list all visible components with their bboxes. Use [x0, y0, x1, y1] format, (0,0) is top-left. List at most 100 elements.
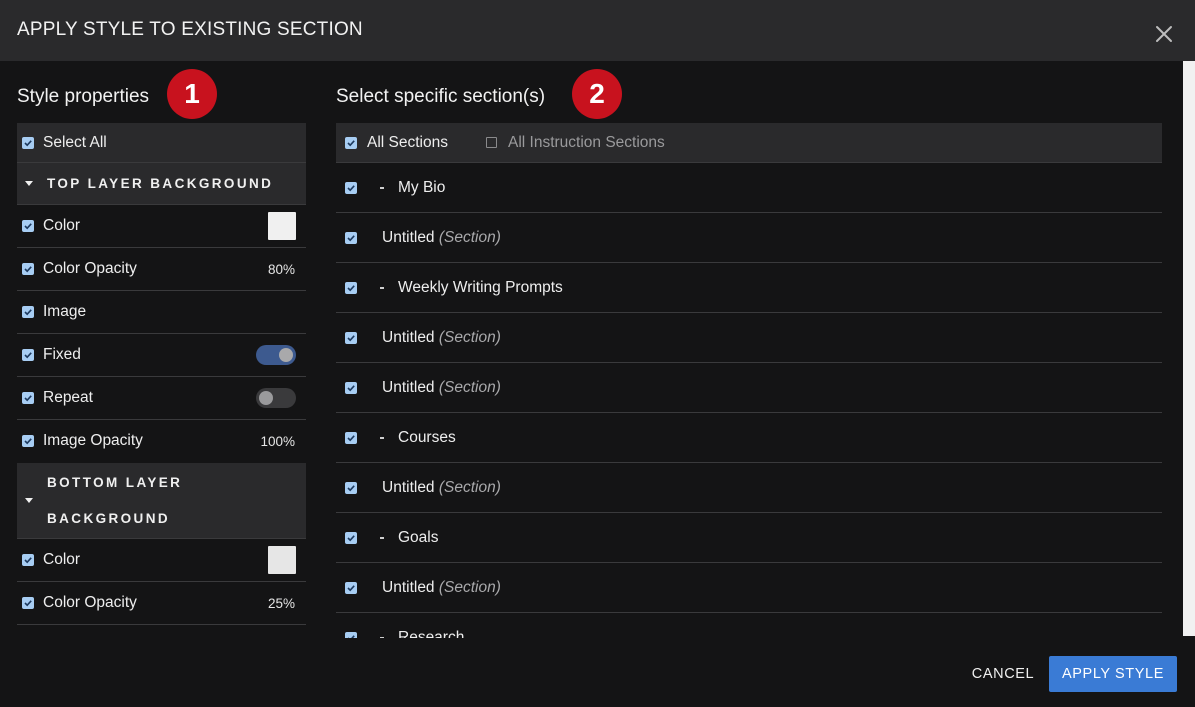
- caret-down-icon: [25, 498, 33, 503]
- section-name-text: Untitled: [382, 379, 435, 396]
- section-name-text: Untitled: [382, 579, 435, 596]
- close-button[interactable]: [1152, 22, 1176, 46]
- section-type-suffix: (Section): [438, 479, 501, 496]
- prop-value: 100%: [260, 434, 295, 449]
- section-row[interactable]: Untitled (Section): [336, 563, 1162, 613]
- prop-label: Repeat: [43, 389, 93, 406]
- prop-row-color-opacity[interactable]: Color Opacity 25%: [17, 582, 306, 625]
- prop-checkbox[interactable]: [22, 435, 34, 447]
- all-instruction-sections-label[interactable]: All Instruction Sections: [508, 134, 665, 152]
- prop-checkbox[interactable]: [22, 349, 34, 361]
- prop-label: Color Opacity: [43, 260, 137, 277]
- prop-label: Image Opacity: [43, 432, 143, 449]
- section-type-suffix: (Section): [438, 229, 501, 246]
- section-row[interactable]: Untitled (Section): [336, 363, 1162, 413]
- scrollbar[interactable]: [1183, 61, 1195, 636]
- section-name: Untitled (Section): [382, 479, 501, 497]
- section-row[interactable]: Untitled (Section): [336, 463, 1162, 513]
- sections-list: All Sections All Instruction Sections My…: [336, 123, 1162, 638]
- style-properties-list: Select All TOP LAYER BACKGROUND Color Co…: [17, 123, 306, 638]
- dialog-title: APPLY STYLE TO EXISTING SECTION: [17, 19, 363, 40]
- section-name: Goals: [398, 529, 439, 546]
- select-all-checkbox[interactable]: [22, 137, 34, 149]
- prop-checkbox[interactable]: [22, 392, 34, 404]
- prop-row-repeat[interactable]: Repeat: [17, 377, 306, 420]
- dialog-header: APPLY STYLE TO EXISTING SECTION: [0, 0, 1195, 61]
- prop-row-image-opacity[interactable]: Image Opacity 100%: [17, 420, 306, 463]
- prop-value: 25%: [267, 596, 295, 611]
- section-name: Untitled (Section): [382, 379, 501, 397]
- prop-checkbox[interactable]: [22, 220, 34, 232]
- close-icon: [1156, 26, 1172, 42]
- select-all-row[interactable]: Select All: [17, 123, 306, 163]
- prop-row-image[interactable]: Image: [17, 291, 306, 334]
- all-instruction-sections-checkbox[interactable]: [486, 137, 497, 148]
- all-sections-label[interactable]: All Sections: [367, 134, 448, 152]
- cancel-button[interactable]: CANCEL: [962, 656, 1044, 692]
- prop-row-color[interactable]: Color: [17, 205, 306, 248]
- section-name: Untitled (Section): [382, 579, 501, 597]
- group-top-layer-background[interactable]: TOP LAYER BACKGROUND: [17, 163, 306, 205]
- section-name: My Bio: [398, 179, 446, 196]
- section-row[interactable]: Courses: [336, 413, 1162, 463]
- prop-label: Color: [43, 551, 81, 568]
- section-type-suffix: (Section): [438, 329, 501, 346]
- group-bottom-layer-background[interactable]: BOTTOM LAYER BACKGROUND: [17, 463, 306, 539]
- select-sections-heading: Select specific section(s): [336, 86, 546, 107]
- repeat-toggle[interactable]: [256, 388, 296, 408]
- section-name-text: Untitled: [382, 479, 435, 496]
- section-checkbox[interactable]: [345, 532, 357, 544]
- fixed-toggle[interactable]: [256, 345, 296, 365]
- toggle-knob: [259, 391, 273, 405]
- section-name: Untitled (Section): [382, 229, 501, 247]
- section-row[interactable]: Untitled (Section): [336, 313, 1162, 363]
- style-properties-heading: Style properties: [17, 86, 150, 107]
- prop-checkbox[interactable]: [22, 263, 34, 275]
- dialog-body: Style properties 1 Select specific secti…: [0, 61, 1195, 638]
- step-badge-2: 2: [572, 69, 622, 119]
- section-name: Research: [398, 629, 465, 638]
- prop-label: Fixed: [43, 346, 81, 363]
- section-name: Courses: [398, 429, 456, 446]
- prop-row-fixed[interactable]: Fixed: [17, 334, 306, 377]
- all-sections-checkbox[interactable]: [345, 137, 357, 149]
- prop-label: Color Opacity: [43, 594, 137, 611]
- group-label-line1: BOTTOM LAYER: [47, 475, 183, 490]
- section-checkbox[interactable]: [345, 182, 357, 194]
- prop-row-color[interactable]: Color: [17, 539, 306, 582]
- prop-checkbox[interactable]: [22, 597, 34, 609]
- section-checkbox[interactable]: [345, 232, 357, 244]
- prop-row-color-opacity[interactable]: Color Opacity 80%: [17, 248, 306, 291]
- color-swatch[interactable]: [268, 212, 296, 240]
- bullet-icon: [380, 287, 384, 289]
- apply-style-button[interactable]: APPLY STYLE: [1049, 656, 1177, 692]
- section-checkbox[interactable]: [345, 432, 357, 444]
- section-row[interactable]: Untitled (Section): [336, 213, 1162, 263]
- section-row[interactable]: Research: [336, 613, 1162, 638]
- section-name: Untitled (Section): [382, 329, 501, 347]
- group-label-line2: BACKGROUND: [47, 511, 170, 526]
- prop-label: Image: [43, 303, 87, 320]
- section-checkbox[interactable]: [345, 482, 357, 494]
- prop-checkbox[interactable]: [22, 306, 34, 318]
- section-checkbox[interactable]: [345, 582, 357, 594]
- caret-down-icon: [25, 181, 33, 186]
- section-name-text: Untitled: [382, 329, 435, 346]
- bullet-icon: [380, 437, 384, 439]
- section-checkbox[interactable]: [345, 382, 357, 394]
- section-checkbox[interactable]: [345, 332, 357, 344]
- group-label: TOP LAYER BACKGROUND: [47, 176, 274, 191]
- toggle-knob: [279, 348, 293, 362]
- section-row[interactable]: My Bio: [336, 163, 1162, 213]
- section-name: Weekly Writing Prompts: [398, 279, 563, 296]
- section-row[interactable]: Weekly Writing Prompts: [336, 263, 1162, 313]
- bullet-icon: [380, 537, 384, 539]
- bullet-icon: [380, 187, 384, 189]
- select-all-label: Select All: [43, 134, 107, 151]
- section-type-suffix: (Section): [438, 379, 501, 396]
- color-swatch[interactable]: [268, 546, 296, 574]
- section-row[interactable]: Goals: [336, 513, 1162, 563]
- section-checkbox[interactable]: [345, 282, 357, 294]
- prop-value: 80%: [267, 262, 295, 277]
- prop-checkbox[interactable]: [22, 554, 34, 566]
